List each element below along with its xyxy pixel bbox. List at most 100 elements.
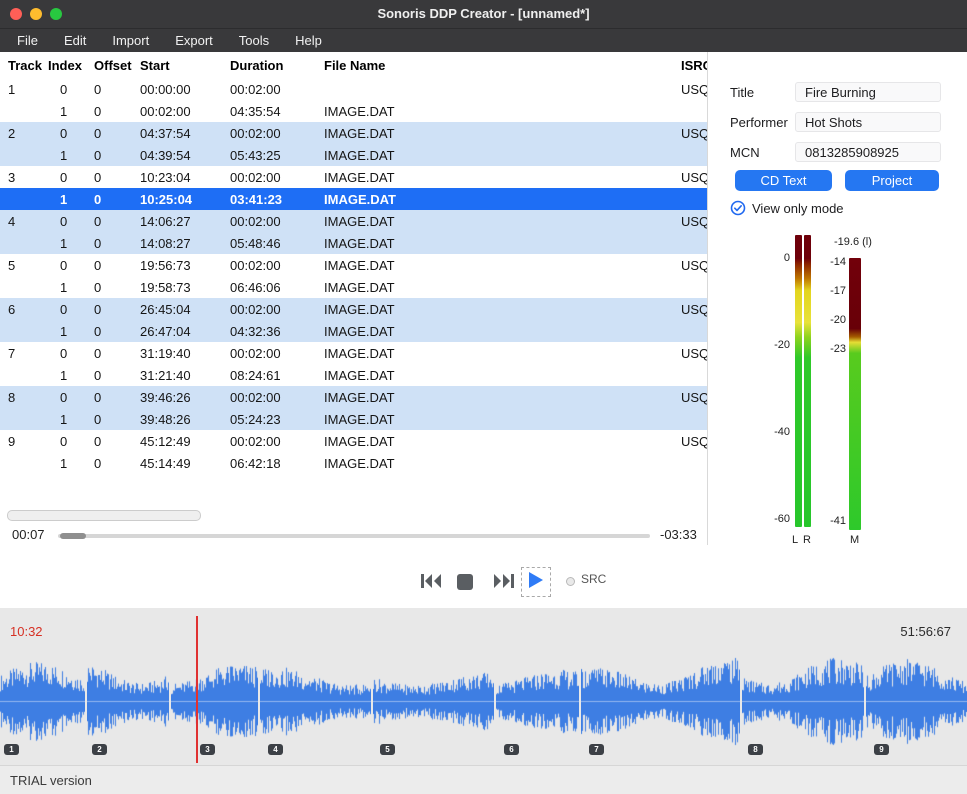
track-marker-7[interactable]: 7 — [589, 744, 604, 755]
cell-start: 00:00:00 — [140, 82, 230, 97]
table-row[interactable]: 60026:45:0400:02:00IMAGE.DATUSQ — [0, 298, 707, 320]
cell-start: 39:46:26 — [140, 390, 230, 405]
cell-duration: 00:02:00 — [230, 258, 324, 273]
seek-slider[interactable] — [58, 534, 650, 538]
title-input[interactable] — [795, 82, 941, 102]
cell-duration: 06:42:18 — [230, 456, 324, 471]
table-horizontal-scrollbar[interactable] — [7, 510, 201, 521]
table-row[interactable]: 1039:48:2605:24:23IMAGE.DAT — [0, 408, 707, 430]
table-row[interactable]: 1010:25:0403:41:23IMAGE.DAT — [0, 188, 707, 210]
lr-scale-label: -20 — [774, 339, 790, 351]
cell-index: 1 — [48, 192, 94, 207]
cell-index: 0 — [48, 434, 94, 449]
cell-duration: 00:02:00 — [230, 126, 324, 141]
cell-index: 0 — [48, 126, 94, 141]
column-header-start[interactable]: Start — [140, 58, 230, 73]
elapsed-time: 00:07 — [12, 527, 45, 542]
column-header-track[interactable]: Track — [8, 58, 48, 73]
play-button[interactable] — [521, 567, 551, 597]
table-row[interactable]: 80039:46:2600:02:00IMAGE.DATUSQ — [0, 386, 707, 408]
cell-index: 1 — [48, 368, 94, 383]
cell-file: IMAGE.DAT — [324, 148, 681, 163]
track-marker-9[interactable]: 9 — [874, 744, 889, 755]
table-row[interactable]: 40014:06:2700:02:00IMAGE.DATUSQ — [0, 210, 707, 232]
playhead[interactable] — [196, 616, 198, 763]
track-marker-6[interactable]: 6 — [504, 744, 519, 755]
cell-file: IMAGE.DAT — [324, 390, 681, 405]
column-header-file-name[interactable]: File Name — [324, 58, 681, 73]
track-marker-3[interactable]: 3 — [200, 744, 215, 755]
cell-offset: 0 — [94, 236, 140, 251]
table-row[interactable]: 70031:19:4000:02:00IMAGE.DATUSQ — [0, 342, 707, 364]
menu-export[interactable]: Export — [162, 29, 226, 53]
m-scale-label: -23 — [830, 343, 846, 355]
src-indicator[interactable] — [566, 577, 575, 586]
cell-file: IMAGE.DAT — [324, 368, 681, 383]
meter-left — [795, 235, 802, 527]
table-row[interactable]: 1026:47:0404:32:36IMAGE.DAT — [0, 320, 707, 342]
table-row[interactable]: 50019:56:7300:02:00IMAGE.DATUSQ — [0, 254, 707, 276]
cell-offset: 0 — [94, 214, 140, 229]
cell-isrc: USQ — [681, 302, 707, 317]
seek-slider-thumb[interactable] — [60, 533, 86, 539]
menu-file[interactable]: File — [4, 29, 51, 53]
cell-file: IMAGE.DAT — [324, 302, 681, 317]
remaining-time: -03:33 — [660, 527, 697, 542]
menu-tools[interactable]: Tools — [226, 29, 282, 53]
table-row[interactable]: 20004:37:5400:02:00IMAGE.DATUSQ — [0, 122, 707, 144]
table-row[interactable]: 1014:08:2705:48:46IMAGE.DAT — [0, 232, 707, 254]
view-only-checkbox[interactable] — [730, 200, 746, 216]
table-row[interactable]: 1000:02:0004:35:54IMAGE.DAT — [0, 100, 707, 122]
mcn-input[interactable] — [795, 142, 941, 162]
level-meters: -19.6 (l) 0-20-40-60 -14-17-20-23 -41 L … — [708, 235, 967, 565]
column-header-isrc[interactable]: ISRC — [681, 58, 707, 73]
menu-import[interactable]: Import — [99, 29, 162, 53]
table-row[interactable]: 10000:00:0000:02:00USQ — [0, 78, 707, 100]
track-marker-5[interactable]: 5 — [380, 744, 395, 755]
track-marker-8[interactable]: 8 — [748, 744, 763, 755]
cell-start: 10:23:04 — [140, 170, 230, 185]
cell-duration: 05:24:23 — [230, 412, 324, 427]
cell-duration: 00:02:00 — [230, 170, 324, 185]
menu-help[interactable]: Help — [282, 29, 335, 53]
track-marker-4[interactable]: 4 — [268, 744, 283, 755]
track-marker-1[interactable]: 1 — [4, 744, 19, 755]
next-track-button[interactable] — [493, 573, 515, 589]
menu-edit[interactable]: Edit — [51, 29, 99, 53]
column-header-index[interactable]: Index — [48, 58, 94, 73]
cell-duration: 06:46:06 — [230, 280, 324, 295]
cell-offset: 0 — [94, 368, 140, 383]
table-body: 10000:00:0000:02:00USQ1000:02:0004:35:54… — [0, 78, 707, 474]
previous-track-button[interactable] — [420, 573, 442, 589]
performer-input[interactable] — [795, 112, 941, 132]
table-row[interactable]: 90045:12:4900:02:00IMAGE.DATUSQ — [0, 430, 707, 452]
cell-duration: 00:02:00 — [230, 390, 324, 405]
table-row[interactable]: 1019:58:7306:46:06IMAGE.DAT — [0, 276, 707, 298]
meter-legend-l: L — [792, 534, 798, 546]
project-button[interactable]: Project — [845, 170, 939, 191]
cell-file: IMAGE.DAT — [324, 280, 681, 295]
table-row[interactable]: 1045:14:4906:42:18IMAGE.DAT — [0, 452, 707, 474]
m-meter-scale: -14-17-20-23 — [812, 235, 846, 535]
cell-duration: 08:24:61 — [230, 368, 324, 383]
stop-button[interactable] — [456, 573, 474, 591]
cell-file: IMAGE.DAT — [324, 324, 681, 339]
column-header-offset[interactable]: Offset — [94, 58, 140, 73]
track-marker-2[interactable]: 2 — [92, 744, 107, 755]
cell-duration: 00:02:00 — [230, 346, 324, 361]
table-row[interactable]: 1004:39:5405:43:25IMAGE.DAT — [0, 144, 707, 166]
cell-track: 3 — [8, 170, 48, 185]
cell-offset: 0 — [94, 192, 140, 207]
cell-start: 19:56:73 — [140, 258, 230, 273]
cell-offset: 0 — [94, 82, 140, 97]
column-header-duration[interactable]: Duration — [230, 58, 324, 73]
cell-start: 04:37:54 — [140, 126, 230, 141]
cd-text-button[interactable]: CD Text — [735, 170, 832, 191]
cell-index: 0 — [48, 82, 94, 97]
cell-start: 14:08:27 — [140, 236, 230, 251]
table-row[interactable]: 30010:23:0400:02:00IMAGE.DATUSQ — [0, 166, 707, 188]
cell-duration: 04:35:54 — [230, 104, 324, 119]
table-row[interactable]: 1031:21:4008:24:61IMAGE.DAT — [0, 364, 707, 386]
cell-start: 04:39:54 — [140, 148, 230, 163]
meter-mono — [849, 258, 861, 530]
